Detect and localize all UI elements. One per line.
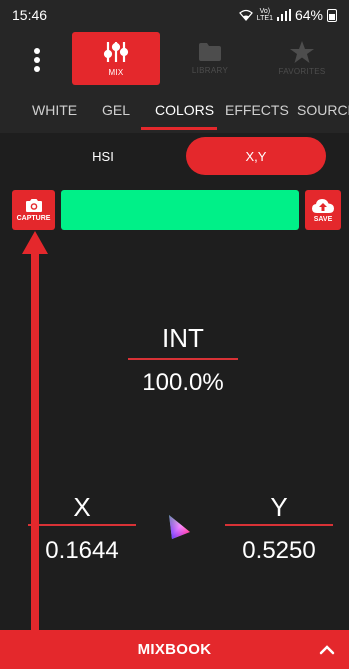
y-label: Y [270, 492, 288, 522]
lte-indicator: Vo) LTE1 [256, 8, 273, 22]
intensity-divider [128, 358, 238, 360]
mode-hsi-button[interactable]: HSI [30, 137, 176, 175]
color-gamut-icon[interactable] [166, 513, 192, 541]
wifi-icon [238, 9, 253, 21]
tab-gel[interactable]: GEL [102, 102, 130, 118]
nav-mix-button[interactable]: MIX [72, 32, 160, 85]
capture-button[interactable]: CAPTURE [12, 190, 55, 230]
star-icon [290, 41, 314, 63]
battery-percent: 64% [294, 7, 323, 23]
intensity-label: INT [162, 323, 204, 353]
save-button[interactable]: SAVE [305, 190, 341, 230]
mixbook-bar[interactable]: MIXBOOK [0, 630, 349, 669]
nav-favorites-button[interactable]: FAVORITES [258, 32, 346, 85]
tab-source[interactable]: SOURCE [297, 102, 349, 118]
tab-effects[interactable]: EFFECTS [225, 102, 289, 118]
annotation-arrow [22, 231, 48, 669]
color-mode-toggle: HSI X,Y [0, 133, 349, 180]
tab-colors[interactable]: COLORS [155, 102, 214, 118]
camera-icon [25, 199, 42, 212]
status-bar: 15:46 Vo) LTE1 64% [0, 0, 349, 30]
nav-favorites-label: FAVORITES [278, 67, 326, 76]
nav-library-button[interactable]: LIBRARY [166, 32, 254, 85]
y-divider [225, 524, 333, 526]
chevron-up-icon[interactable] [319, 642, 335, 658]
nav-mix-label: MIX [108, 68, 124, 77]
intensity-value[interactable]: 100.0% [128, 369, 238, 397]
top-nav: MIX LIBRARY FAVORITES [0, 30, 349, 93]
signal-icon [276, 9, 291, 21]
x-divider [28, 524, 136, 526]
tab-white[interactable]: WHITE [32, 102, 77, 118]
save-label: SAVE [313, 215, 333, 223]
active-tab-indicator [141, 127, 217, 130]
color-swatch [61, 190, 299, 230]
mode-xy-button[interactable]: X,Y [186, 137, 326, 175]
mixbook-label: MIXBOOK [137, 641, 212, 658]
y-value[interactable]: 0.5250 [225, 537, 333, 565]
folder-icon [199, 43, 221, 61]
battery-icon [327, 8, 337, 22]
capture-label: CAPTURE [16, 215, 51, 222]
x-value[interactable]: 0.1644 [28, 537, 136, 565]
cloud-upload-icon [312, 198, 334, 213]
x-label: X [73, 492, 91, 522]
nav-library-label: LIBRARY [191, 66, 229, 75]
status-time: 15:46 [12, 7, 48, 23]
overflow-menu-icon[interactable] [30, 45, 44, 75]
sliders-icon [103, 42, 129, 62]
tab-bar: WHITE GEL COLORS EFFECTS SOURCE [0, 93, 349, 133]
